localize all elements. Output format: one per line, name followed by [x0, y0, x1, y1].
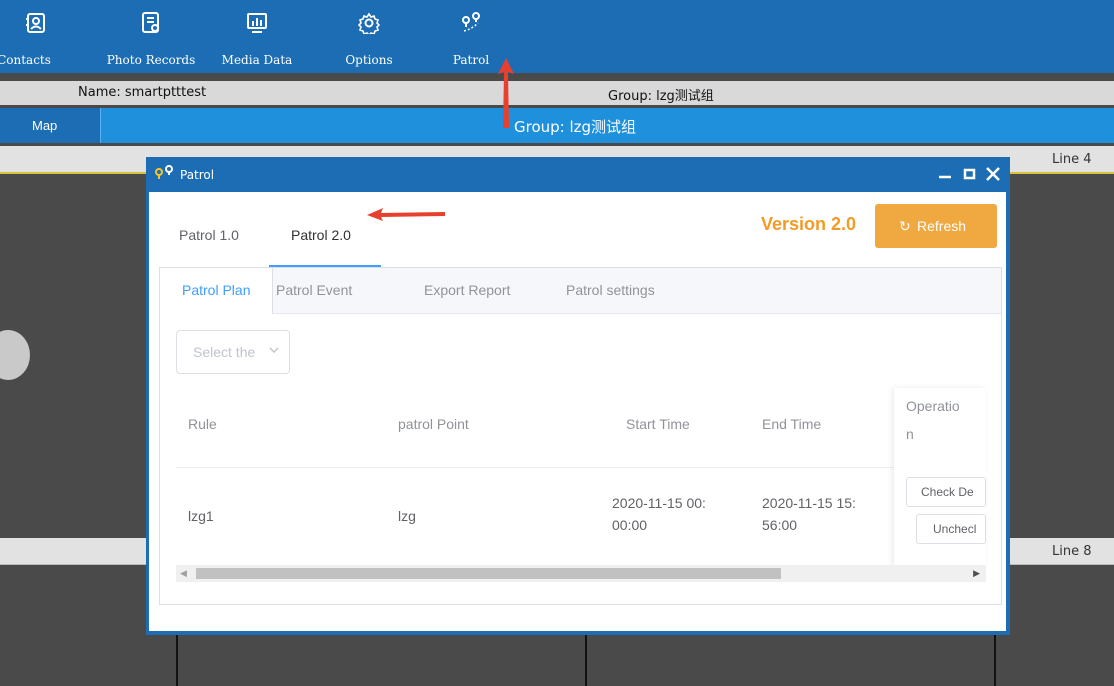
chevron-down-icon [269, 347, 279, 354]
group-title: Group: lzg测试组 [514, 118, 637, 136]
grid-divider [176, 635, 178, 686]
dialog-body: Patrol 1.0 Patrol 2.0 Version 2.0 ↻ Refr… [149, 192, 1006, 631]
col-header-end-time: End Time [762, 416, 822, 432]
table-horizontal-scrollbar[interactable]: ◀ ▶ [176, 565, 986, 582]
close-icon[interactable] [984, 165, 1002, 183]
dialog-title: Patrol [180, 168, 215, 182]
operation-column: Operatio n Check De Unchecl [894, 388, 986, 568]
cell-patrol-point: lzg [398, 508, 416, 524]
map-tab[interactable]: Map [0, 108, 101, 143]
gear-icon [358, 12, 380, 34]
tab-patrol-plan[interactable]: Patrol Plan [160, 268, 274, 314]
scrollbar-thumb[interactable] [196, 568, 781, 579]
col-header-start-time: Start Time [626, 416, 690, 432]
group-name-text: Group: lzg测试组 [608, 89, 714, 104]
annotation-arrow-left [367, 208, 445, 221]
cell-rule: lzg1 [188, 508, 214, 524]
uncheck-button[interactable]: Unchecl [916, 514, 986, 544]
toolbar-photo-records-button[interactable]: Photo Records [96, 0, 206, 73]
map-tab-label: Map [32, 118, 58, 133]
main-toolbar: Contacts Photo Records Media Data Option… [0, 0, 1114, 73]
col-header-operation-line2: n [906, 426, 914, 442]
toolbar-contacts-button[interactable]: Contacts [0, 0, 72, 73]
line-4-label: Line 4 [1052, 152, 1092, 167]
plan-select[interactable]: Select the [176, 330, 290, 374]
group-bar: Map Group: lzg测试组 [0, 108, 1114, 143]
cell-start-time-line1: 2020-11-15 00: [612, 495, 706, 511]
grid-side-handle[interactable] [0, 330, 30, 380]
cell-start-time-line2: 00:00 [612, 517, 648, 533]
line-8-label: Line 8 [1052, 544, 1092, 559]
tab-patrol-2[interactable]: Patrol 2.0 [291, 227, 351, 243]
patrol-tab-card: Patrol Plan Patrol Event Export Report P… [159, 267, 1002, 605]
version-label: Version 2.0 [761, 214, 857, 234]
toolbar-photo-records-label: Photo Records [106, 53, 196, 67]
grid-divider [585, 635, 587, 686]
tab-patrol-1[interactable]: Patrol 1.0 [179, 227, 239, 243]
scroll-left-arrow-icon[interactable]: ◀ [180, 568, 187, 579]
annotation-arrow-up [498, 58, 514, 128]
refresh-label: Refresh [917, 218, 967, 234]
maximize-icon[interactable] [961, 165, 979, 183]
toolbar-options-button[interactable]: Options [324, 0, 414, 73]
contacts-icon [26, 13, 45, 33]
plan-select-placeholder: Select the [193, 344, 256, 360]
cell-end-time-line1: 2020-11-15 15: [762, 495, 856, 511]
patrol-icon [462, 12, 480, 32]
toolbar-contacts-label: Contacts [0, 53, 51, 67]
toolbar-media-data-label: Media Data [221, 53, 293, 67]
grid-divider [994, 635, 996, 686]
toolbar-media-data-button[interactable]: Media Data [212, 0, 302, 73]
table-row-divider [176, 467, 986, 468]
check-detail-button[interactable]: Check De [906, 477, 986, 507]
tab-export-report[interactable]: Export Report [424, 268, 510, 313]
minimize-icon[interactable] [936, 165, 954, 183]
patrol-icon [155, 165, 173, 179]
col-header-patrol-point: patrol Point [398, 416, 469, 432]
photo-records-icon [142, 12, 159, 33]
sub-tab-header: Patrol Plan Patrol Event Export Report P… [160, 268, 1001, 314]
media-data-icon [247, 13, 267, 33]
refresh-icon: ↻ [899, 218, 911, 234]
tab-patrol-event[interactable]: Patrol Event [276, 268, 352, 313]
dialog-title-bar[interactable]: Patrol [146, 157, 1010, 192]
col-header-operation-line1: Operatio [906, 398, 960, 414]
cell-end-time-line2: 56:00 [762, 517, 798, 533]
patrol-dialog: Patrol Patrol 1.0 Patrol 2.0 Version 2.0… [146, 157, 1010, 635]
scroll-right-arrow-icon[interactable]: ▶ [973, 568, 980, 579]
tab-patrol-settings[interactable]: Patrol settings [566, 268, 655, 313]
col-header-rule: Rule [188, 416, 217, 432]
user-name-text: Name: smartptttest [78, 85, 207, 100]
info-bar: Name: smartptttest Group: lzg测试组 [0, 81, 1114, 105]
toolbar-options-label: Options [345, 53, 393, 67]
refresh-button[interactable]: ↻ Refresh [875, 204, 997, 248]
